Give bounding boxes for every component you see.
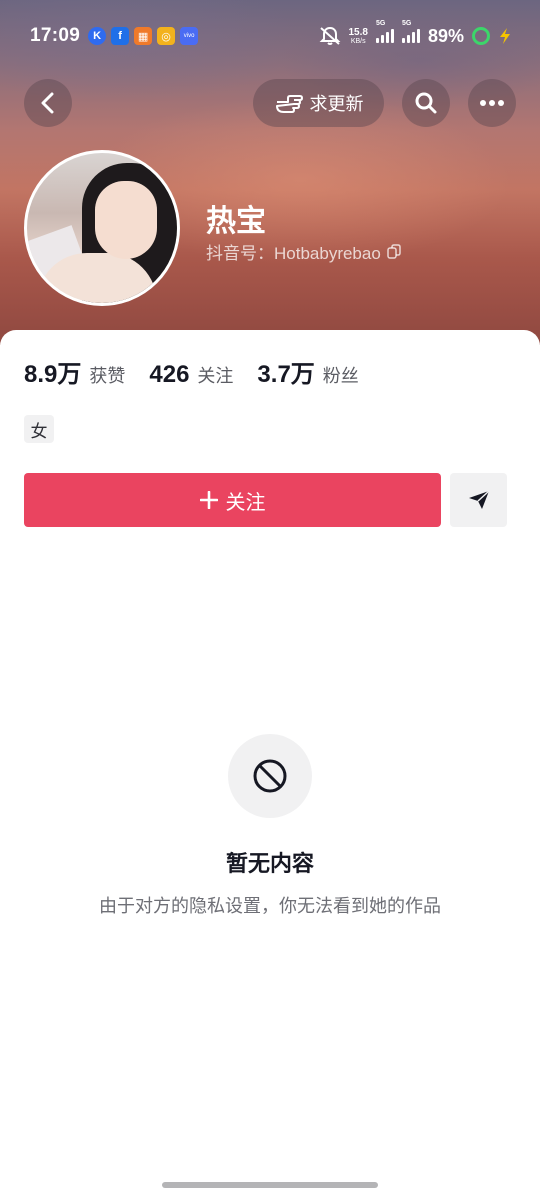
prohibited-icon — [253, 759, 287, 793]
status-time: 17:09 — [30, 25, 81, 46]
charging-bolt-icon — [500, 28, 510, 44]
back-button[interactable] — [24, 79, 72, 127]
profile-stats: 8.9万 获赞 426 关注 3.7万 粉丝 — [24, 354, 383, 389]
stat-following-value: 426 — [149, 361, 190, 388]
empty-state-title: 暂无内容 — [225, 851, 314, 876]
request-update-label: 求更新 — [309, 94, 364, 114]
stat-followers[interactable]: 3.7万 粉丝 — [257, 354, 358, 389]
stat-likes: 8.9万 获赞 — [24, 354, 125, 389]
sim1-label: 5G — [375, 20, 386, 27]
send-message-button[interactable] — [450, 473, 507, 527]
search-button[interactable] — [402, 79, 450, 127]
k-app-icon: K — [88, 27, 107, 45]
status-indicators: 15.8 KB/s 5G 5G 89% — [319, 20, 513, 47]
status-bar: 17:09 K f ▦ ◎ vivo 15.8 KB/s 5G 5G 89% — [0, 0, 540, 72]
yellow-app-icon: ◎ — [157, 27, 176, 45]
stat-likes-value: 8.9万 — [24, 361, 82, 388]
battery-ring-icon — [472, 27, 490, 45]
network-speed: 15.8 KB/s — [348, 26, 368, 45]
stat-followers-label: 粉丝 — [322, 366, 359, 386]
sim1-signal-icon: 5G — [375, 20, 394, 43]
vivo-icon: vivo — [180, 27, 199, 45]
notification-app-icons: K f ▦ ◎ vivo — [88, 27, 199, 45]
home-indicator[interactable] — [162, 1182, 378, 1188]
network-speed-unit: KB/s — [350, 37, 366, 45]
avatar[interactable] — [24, 150, 180, 306]
search-icon — [415, 92, 437, 114]
pointing-hand-icon — [275, 95, 303, 113]
facebook-icon: f — [111, 27, 130, 45]
douyin-id-row[interactable]: 抖音号：Hotbabyrebao — [206, 239, 401, 264]
copy-icon[interactable] — [387, 244, 401, 259]
stat-followers-value: 3.7万 — [257, 361, 315, 388]
gender-tag: 女 — [24, 415, 54, 443]
stat-following[interactable]: 426 关注 — [149, 361, 233, 389]
stat-likes-label: 获赞 — [89, 366, 126, 386]
network-speed-value: 15.8 — [348, 26, 368, 38]
douyin-id-text: 抖音号：Hotbabyrebao — [206, 244, 381, 263]
follow-button[interactable]: 关注 — [24, 473, 441, 527]
chevron-left-icon — [41, 92, 54, 114]
mute-bell-icon — [319, 26, 340, 45]
send-arrow-icon — [468, 490, 490, 509]
request-update-button[interactable]: 求更新 — [253, 79, 384, 127]
follow-label: 关注 — [225, 491, 266, 514]
more-dots-icon — [480, 100, 504, 106]
app-grid-icon: ▦ — [134, 27, 153, 45]
private-content-icon-circle — [228, 734, 312, 818]
plus-icon — [199, 491, 218, 509]
sim2-label: 5G — [401, 20, 412, 27]
username: 热宝 — [206, 205, 266, 238]
empty-state-description: 由于对方的隐私设置，你无法看到她的作品 — [99, 896, 441, 916]
sim2-signal-icon: 5G — [401, 20, 420, 43]
battery-percent: 89% — [427, 25, 464, 46]
stat-following-label: 关注 — [197, 366, 234, 386]
more-options-button[interactable] — [468, 79, 516, 127]
